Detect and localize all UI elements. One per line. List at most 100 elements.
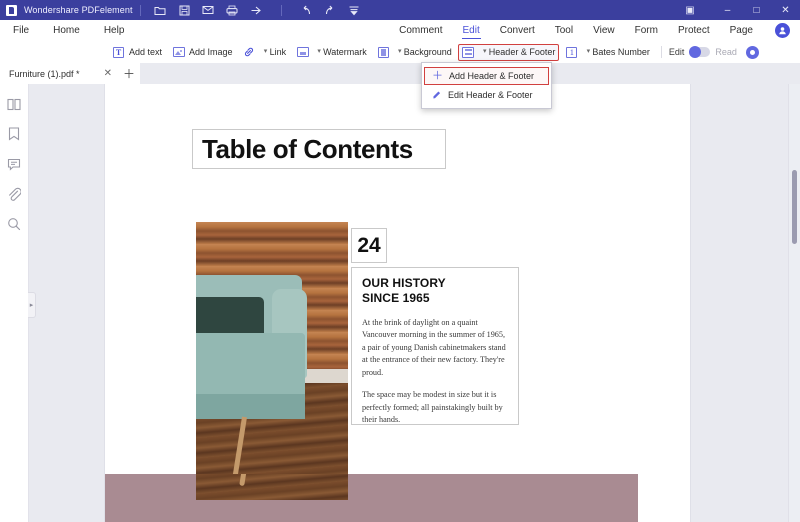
menu-item-view[interactable]: View <box>583 20 625 41</box>
photo-sofa-leg-lower <box>238 474 247 487</box>
history-paragraph-2: The space may be modest in size but it i… <box>362 390 503 424</box>
menu-left-group: File Home Help <box>0 20 136 41</box>
bates-number-label: Bates Number <box>592 47 650 57</box>
title-bar: Wondershare PDFelement ▣ – □ ✕ <box>0 0 800 20</box>
add-text-button[interactable]: T Add text <box>108 43 166 61</box>
menu-item-file[interactable]: File <box>0 20 41 41</box>
bates-number-caret-icon[interactable]: ▾ <box>585 48 591 55</box>
window-controls: ▣ – □ ✕ <box>677 0 800 20</box>
edit-toolbar: T Add text Add Image ▾ Link ▾ Watermark <box>0 41 800 63</box>
background-icon <box>377 46 390 59</box>
redo-icon[interactable] <box>324 4 337 17</box>
menu-item-form[interactable]: Form <box>625 20 668 41</box>
watermark-caret-icon[interactable]: ▾ <box>316 48 322 55</box>
document-tab-label: Furniture (1).pdf * <box>9 68 80 79</box>
link-label: Link <box>269 47 287 57</box>
minimize-button[interactable]: – <box>713 0 742 20</box>
pdf-page[interactable]: Table of Contents 24 OUR HISTORY SINCE 1… <box>105 84 690 522</box>
add-image-label: Add Image <box>189 47 233 57</box>
watermark-label: Watermark <box>323 47 367 57</box>
header-footer-label: Header & Footer <box>488 47 556 57</box>
menu-item-tool[interactable]: Tool <box>545 20 583 41</box>
background-button[interactable]: ▾ Background <box>373 43 456 61</box>
bookmark-icon[interactable] <box>6 126 22 142</box>
bates-number-button[interactable]: 1 ▾ Bates Number <box>561 43 654 61</box>
header-footer-caret-icon[interactable]: ▾ <box>482 48 488 55</box>
page-title[interactable]: Table of Contents <box>192 129 446 169</box>
pencil-icon <box>430 90 443 100</box>
share-icon[interactable] <box>250 4 263 17</box>
document-tab-strip: Furniture (1).pdf * ✕ ＋ <box>0 63 800 84</box>
print-icon[interactable] <box>226 4 239 17</box>
toolbar-divider <box>660 46 662 58</box>
application-window: Wondershare PDFelement ▣ – □ ✕ File Home… <box>0 0 800 522</box>
menu-edit-header-footer[interactable]: Edit Header & Footer <box>424 86 549 104</box>
edit-header-footer-label: Edit Header & Footer <box>448 90 533 100</box>
menu-add-header-footer[interactable]: ＋ Add Header & Footer <box>424 67 549 85</box>
add-image-icon <box>172 46 185 59</box>
background-label: Background <box>403 47 452 57</box>
menu-item-help[interactable]: Help <box>92 20 137 41</box>
restore-panel-icon[interactable]: ▣ <box>677 0 703 20</box>
mauve-color-band <box>105 474 638 522</box>
document-workspace[interactable]: Table of Contents 24 OUR HISTORY SINCE 1… <box>29 84 800 522</box>
document-tab[interactable]: Furniture (1).pdf * ✕ <box>0 63 118 84</box>
close-button[interactable]: ✕ <box>771 0 800 20</box>
thumbnails-icon[interactable] <box>6 96 22 112</box>
app-title: Wondershare PDFelement <box>24 5 133 15</box>
avatar[interactable] <box>775 23 790 38</box>
menu-item-home[interactable]: Home <box>41 20 92 41</box>
gear-icon[interactable] <box>745 45 759 59</box>
read-mode-label: Read <box>715 47 737 57</box>
menu-item-comment[interactable]: Comment <box>389 20 452 41</box>
add-text-label: Add text <box>129 47 163 57</box>
link-button[interactable]: ▾ Link <box>239 43 291 61</box>
undo-icon[interactable] <box>300 4 313 17</box>
page-number-box[interactable]: 24 <box>351 228 387 263</box>
menu-item-page[interactable]: Page <box>720 20 763 41</box>
attachment-icon[interactable] <box>6 186 22 202</box>
history-paragraph-1: At the brink of daylight on a quaint Van… <box>362 317 506 377</box>
history-heading-line2: SINCE 1965 <box>362 291 430 306</box>
edit-read-mode-toggle[interactable]: Edit Read <box>668 46 737 58</box>
maximize-button[interactable]: □ <box>742 0 771 20</box>
header-footer-dropdown: ＋ Add Header & Footer Edit Header & Foot… <box>421 62 552 109</box>
menu-item-edit[interactable]: Edit <box>453 20 490 41</box>
menu-item-protect[interactable]: Protect <box>668 20 720 41</box>
email-icon[interactable] <box>202 4 215 17</box>
header-footer-icon <box>462 46 475 59</box>
search-icon[interactable] <box>6 216 22 232</box>
watermark-button[interactable]: ▾ Watermark <box>292 43 371 61</box>
add-image-button[interactable]: Add Image <box>168 43 237 61</box>
save-icon[interactable] <box>178 4 191 17</box>
close-tab-icon[interactable]: ✕ <box>92 68 112 79</box>
left-sidebar-rail <box>0 84 28 522</box>
titlebar-divider-2 <box>280 4 282 16</box>
plus-icon: ＋ <box>432 69 443 82</box>
new-tab-button[interactable]: ＋ <box>118 63 140 84</box>
history-heading: OUR HISTORY SINCE 1965 <box>362 276 508 307</box>
menu-right-group: Comment Edit Convert Tool View Form Prot… <box>389 20 800 41</box>
edit-mode-label: Edit <box>668 47 685 57</box>
header-footer-button[interactable]: ▾ Header & Footer <box>457 43 560 61</box>
vertical-scrollbar[interactable] <box>789 84 800 522</box>
panel-collapse-handle[interactable]: ▸ <box>28 292 36 318</box>
menu-bar: File Home Help Comment Edit Convert Tool… <box>0 20 800 41</box>
link-caret-icon[interactable]: ▾ <box>263 48 269 55</box>
scrollbar-thumb[interactable] <box>792 170 797 244</box>
comment-icon[interactable] <box>6 156 22 172</box>
add-header-footer-label: Add Header & Footer <box>449 71 535 81</box>
history-text-box[interactable]: OUR HISTORY SINCE 1965 At the brink of d… <box>351 267 519 425</box>
open-folder-icon[interactable] <box>154 4 167 17</box>
watermark-icon <box>296 46 309 59</box>
photo-lower-extension <box>196 474 348 500</box>
link-icon <box>243 46 256 59</box>
add-text-icon: T <box>112 46 125 59</box>
quick-access-toolbar <box>154 4 361 17</box>
mode-switch[interactable] <box>689 46 711 58</box>
background-caret-icon[interactable]: ▾ <box>397 48 403 55</box>
photo-sofa-base <box>196 394 306 420</box>
menu-item-convert[interactable]: Convert <box>490 20 545 41</box>
sofa-photo[interactable] <box>196 222 348 500</box>
customize-icon[interactable] <box>348 4 361 17</box>
